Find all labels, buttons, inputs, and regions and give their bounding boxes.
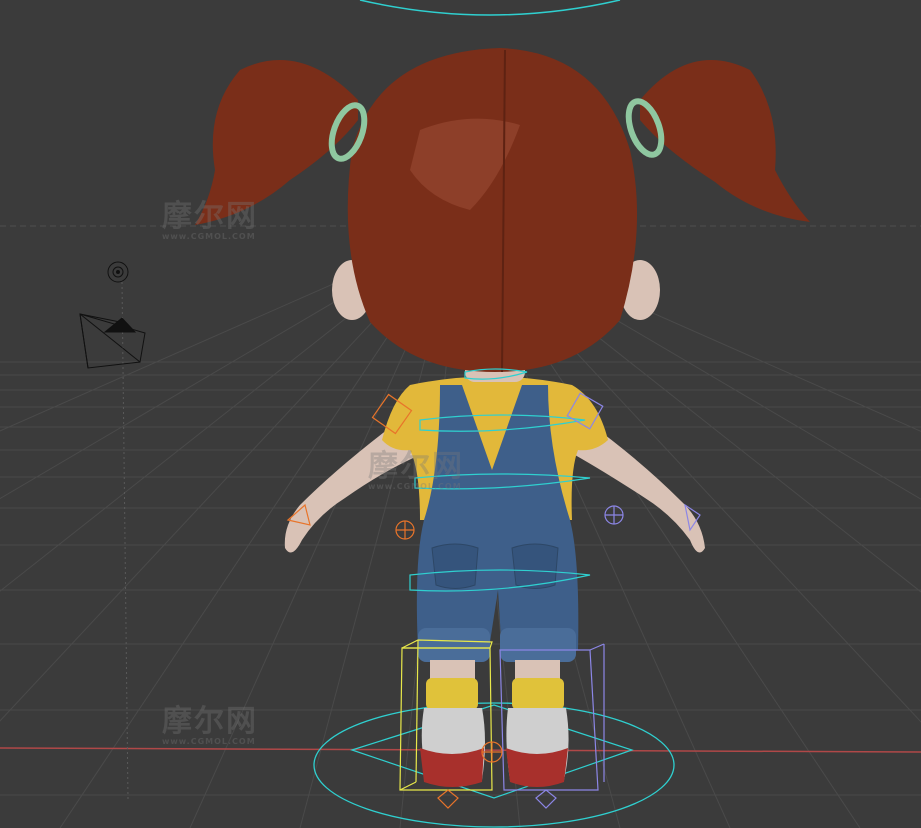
left-heel-control[interactable]: [437, 789, 459, 809]
light-object[interactable]: [107, 261, 129, 283]
back-pocket-left: [431, 543, 479, 589]
sock-left: [426, 678, 478, 710]
root-control-circle-top[interactable]: [359, 0, 621, 16]
pigtail-right: [640, 60, 810, 222]
cuff-right: [500, 628, 576, 662]
back-pocket-right: [511, 543, 559, 589]
scene-canvas[interactable]: [0, 0, 921, 828]
character-model[interactable]: [195, 48, 810, 787]
right-heel-control[interactable]: [535, 789, 557, 809]
camera-object[interactable]: [79, 313, 146, 369]
hair-back: [347, 48, 638, 372]
3d-viewport[interactable]: 摩尔网 www.CGMOL.COM 摩尔网 www.CGMOL.COM 摩尔网 …: [0, 0, 921, 828]
leg-right: [515, 660, 560, 680]
leg-left: [430, 660, 475, 680]
root-control-circle[interactable]: [313, 702, 675, 828]
z-axis-line: [121, 281, 129, 801]
cuff-left: [418, 628, 490, 662]
sock-right: [512, 678, 564, 710]
